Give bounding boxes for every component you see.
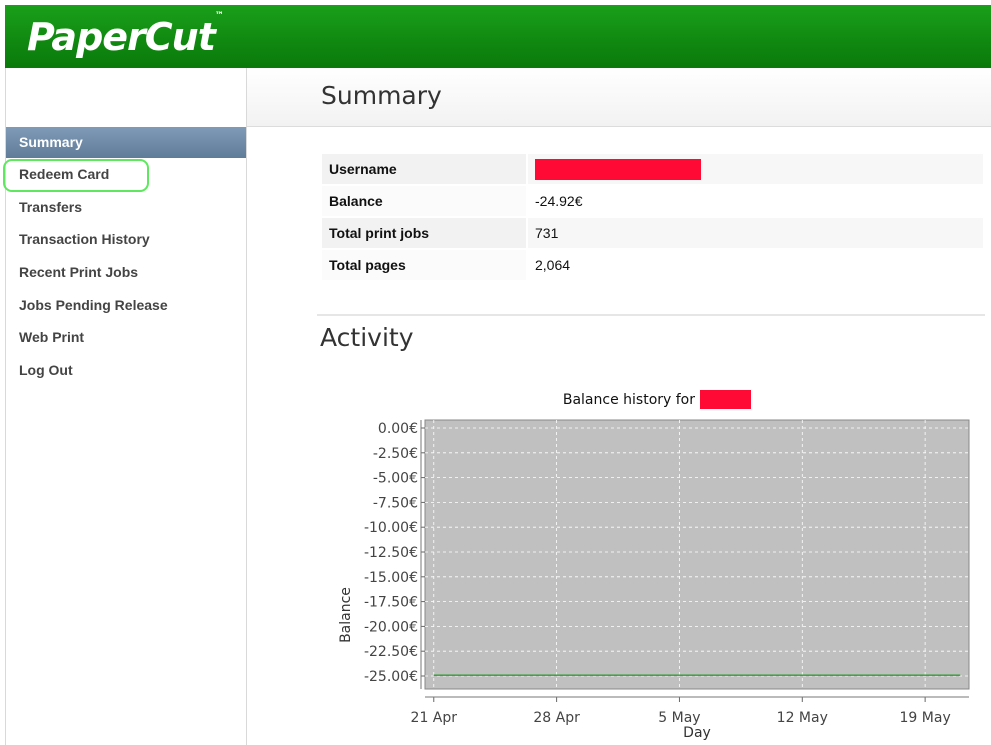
papercut-logo[interactable]: PaperCut™ xyxy=(27,11,224,59)
summary-row-username: Username xyxy=(322,154,983,184)
plot-area: 0.00€ -2.50€ -5.00€ -7.50€ -10.00€ -12.50€ -15… xyxy=(364,419,970,726)
balance-value: -24.92€ xyxy=(528,186,983,216)
x-tick-label: 12 May xyxy=(777,710,828,726)
trademark-symbol: ™ xyxy=(214,11,224,22)
y-tick-label: 0.00€ xyxy=(378,421,418,437)
y-tick-label: -25.00€ xyxy=(364,669,418,685)
username-label: Username xyxy=(322,154,528,184)
y-tick-label: -12.50€ xyxy=(364,545,418,561)
chart-title-redaction xyxy=(700,390,751,409)
total-print-jobs-value: 731 xyxy=(528,218,983,248)
x-tick-label: 28 Apr xyxy=(533,710,580,726)
section-divider xyxy=(317,314,985,316)
page-title-bar: Summary xyxy=(247,68,991,127)
page-title: Summary xyxy=(321,81,442,110)
y-axis-label: Balance xyxy=(338,587,354,643)
sidebar: Summary Redeem Card Transfers Transactio… xyxy=(3,68,247,745)
sidebar-item-recent-print-jobs[interactable]: Recent Print Jobs xyxy=(6,256,246,289)
username-redaction xyxy=(535,158,701,180)
balance-label: Balance xyxy=(322,186,528,216)
summary-table: Username Balance -24.92€ Total print job… xyxy=(322,152,983,282)
sidebar-item-transfers[interactable]: Transfers xyxy=(6,191,246,224)
username-value xyxy=(528,154,983,184)
x-tick-label: 19 May xyxy=(900,710,951,726)
y-tick-label: -20.00€ xyxy=(364,619,418,635)
y-tick-label: -5.00€ xyxy=(373,471,418,487)
app-header: PaperCut™ xyxy=(5,5,991,68)
sidebar-item-redeem-card[interactable]: Redeem Card xyxy=(3,158,246,192)
sidebar-item-log-out[interactable]: Log Out xyxy=(6,354,246,387)
y-tick-label: -15.00€ xyxy=(364,570,418,586)
y-tick-label: -2.50€ xyxy=(373,446,418,462)
sidebar-item-web-print[interactable]: Web Print xyxy=(6,321,246,354)
y-tick-label: -7.50€ xyxy=(373,495,418,511)
x-tick-label: 5 May xyxy=(658,710,700,726)
plot-background xyxy=(424,419,970,690)
summary-row-total-print-jobs: Total print jobs 731 xyxy=(322,218,983,248)
x-tick-label: 21 Apr xyxy=(411,710,458,726)
sidebar-item-jobs-pending-release[interactable]: Jobs Pending Release xyxy=(6,289,246,322)
chart-title: Balance history for xyxy=(563,392,695,408)
summary-row-total-pages: Total pages 2,064 xyxy=(322,250,983,280)
x-axis-label: Day xyxy=(683,725,711,741)
balance-history-chart: Balance history for 0.00€ -2.50€ -5.00€ -7.… xyxy=(338,390,970,741)
activity-heading: Activity xyxy=(320,323,414,352)
y-tick-label: -17.50€ xyxy=(364,595,418,611)
sidebar-item-summary[interactable]: Summary xyxy=(6,127,246,158)
total-pages-label: Total pages xyxy=(322,250,528,280)
sidebar-item-transaction-history[interactable]: Transaction History xyxy=(6,223,246,256)
y-tick-label: -10.00€ xyxy=(364,520,418,536)
total-print-jobs-label: Total print jobs xyxy=(322,218,528,248)
total-pages-value: 2,064 xyxy=(528,250,983,280)
y-tick-label: -22.50€ xyxy=(364,644,418,660)
logo-text: PaperCut xyxy=(27,15,216,59)
summary-row-balance: Balance -24.92€ xyxy=(322,186,983,216)
